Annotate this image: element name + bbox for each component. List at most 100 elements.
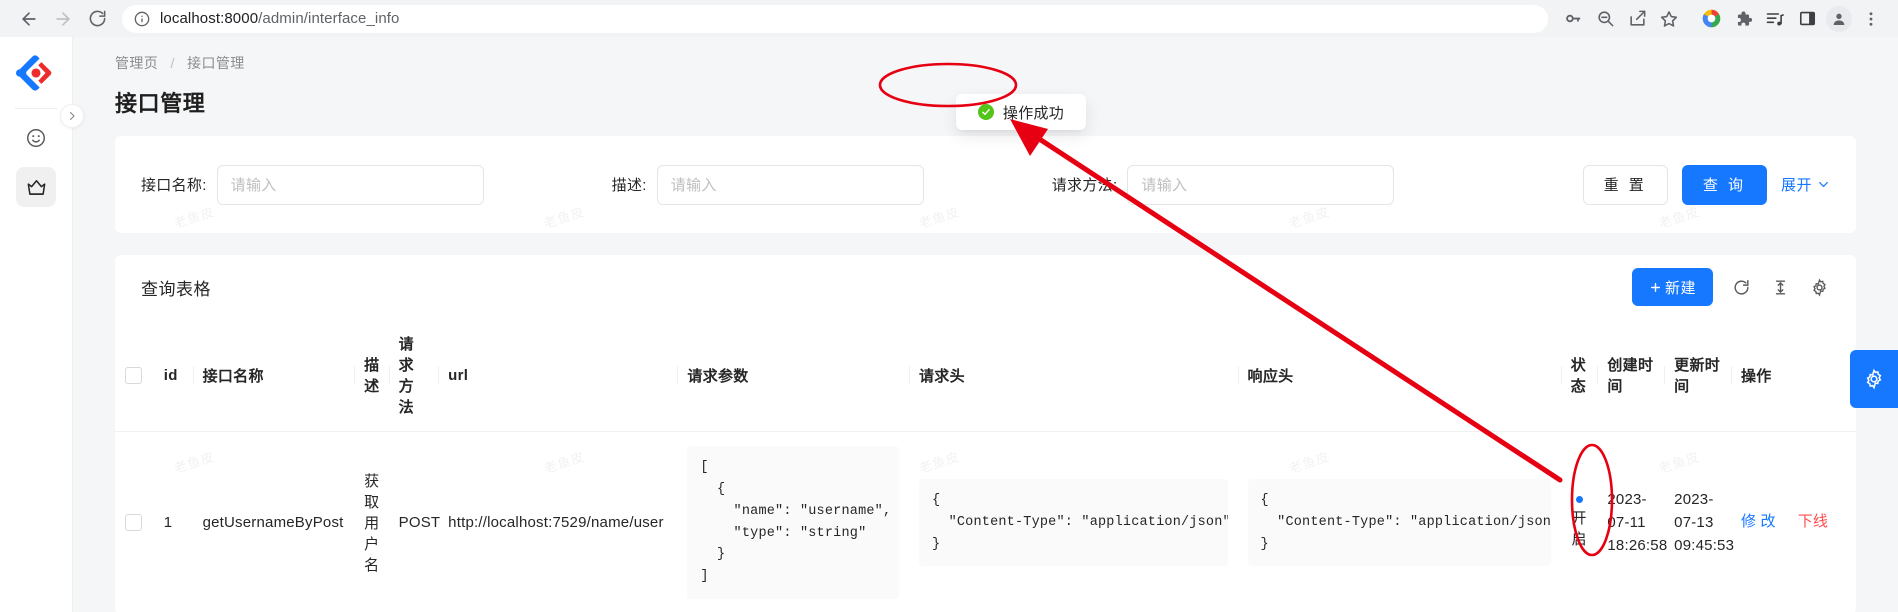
cell-method: POST: [388, 431, 440, 612]
request-header-json: { "Content-Type": "application/json" }: [918, 478, 1228, 567]
col-response-header: 响应头: [1237, 319, 1561, 432]
sidebar-item-crown[interactable]: [16, 167, 56, 207]
extensions-puzzle-icon[interactable]: [1728, 4, 1758, 34]
gear-icon[interactable]: [1808, 276, 1830, 298]
reload-button[interactable]: [80, 2, 114, 36]
select-all-checkbox[interactable]: [125, 366, 142, 384]
success-check-icon: [977, 104, 994, 120]
profile-avatar-icon[interactable]: [1824, 4, 1854, 34]
status-label: 开 启: [1571, 510, 1587, 549]
cell-url: http://localhost:7529/name/user: [438, 431, 678, 612]
gear-icon: [1866, 368, 1882, 390]
back-button[interactable]: [12, 2, 46, 36]
filter-input-description[interactable]: 请输入: [656, 164, 924, 205]
cell-id: 1: [153, 431, 193, 612]
col-actions: 操作: [1730, 319, 1856, 432]
select-all-cell: [115, 319, 154, 432]
new-button[interactable]: 新建: [1631, 268, 1713, 306]
sidebar-divider: [15, 108, 57, 109]
col-create-time: 创建时 间: [1597, 319, 1665, 432]
col-id: id: [153, 319, 193, 432]
filter-actions: 重 置 查 询 展开: [1582, 164, 1830, 205]
breadcrumb-item-current[interactable]: 接口管理: [187, 55, 245, 71]
cell-response-header: { "Content-Type": "application/json" }: [1237, 431, 1561, 612]
breadcrumb-separator: /: [170, 55, 175, 71]
expand-label: 展开: [1780, 177, 1812, 194]
site-info-icon[interactable]: [134, 11, 150, 27]
zoom-out-icon[interactable]: [1590, 4, 1620, 34]
col-description: 描 述: [354, 319, 389, 432]
filter-input-method[interactable]: 请输入: [1127, 164, 1395, 205]
cell-actions: 修 改 下线: [1730, 431, 1856, 612]
app-logo[interactable]: [14, 51, 58, 95]
cell-update-time: 2023-07-13 09:45:53: [1664, 431, 1734, 612]
filter-field-description: 描述: 请输入: [611, 164, 924, 205]
column-height-icon[interactable]: [1769, 276, 1791, 298]
cell-create-time: 2023-07-11 18:26:58: [1597, 431, 1667, 612]
chevron-down-icon: [1819, 182, 1828, 187]
side-panel-icon[interactable]: [1792, 4, 1822, 34]
bookmark-star-icon[interactable]: [1654, 4, 1684, 34]
table-body: 1 getUsernameByPost 获 取 用 户 名 POST http:…: [115, 431, 1856, 612]
address-bar[interactable]: localhost:8000/admin/interface_info: [122, 4, 1548, 33]
request-params-json: [ { "name": "username", "type": "string"…: [687, 446, 899, 600]
filter-field-method: 请求方法: 请输入: [1051, 164, 1395, 205]
cell-request-params: [ { "name": "username", "type": "string"…: [677, 431, 909, 612]
table-toolbar: 查询表格 新建: [115, 255, 1856, 319]
reading-list-icon[interactable]: [1760, 4, 1790, 34]
status-dot-icon: [1575, 496, 1583, 504]
main-content: 管理页 / 接口管理 接口管理 接口名称: 请输入 描述: 请输入 请求方法: …: [73, 37, 1898, 612]
interface-table: id 接口名称 描 述 请求 方法 url 请求参数 请求头 响应头 状 态 创…: [115, 319, 1856, 612]
float-settings-button[interactable]: [1850, 350, 1898, 408]
col-status: 状 态: [1560, 319, 1598, 432]
app-shell: 管理页 / 接口管理 接口管理 接口名称: 请输入 描述: 请输入 请求方法: …: [0, 37, 1898, 612]
cell-name: getUsernameByPost: [192, 431, 355, 612]
chrome-menu-icon[interactable]: [1856, 4, 1886, 34]
col-url: url: [438, 319, 678, 432]
table-header: id 接口名称 描 述 请求 方法 url 请求参数 请求头 响应头 状 态 创…: [115, 319, 1856, 432]
refresh-icon[interactable]: [1730, 276, 1752, 298]
table-header-row: id 接口名称 描 述 请求 方法 url 请求参数 请求头 响应头 状 态 创…: [115, 319, 1856, 432]
query-button[interactable]: 查 询: [1681, 164, 1767, 205]
filter-card: 接口名称: 请输入 描述: 请输入 请求方法: 请输入 重 置 查 询 展开: [115, 136, 1856, 233]
col-name: 接口名称: [192, 319, 355, 432]
sidebar-item-smiley[interactable]: [16, 118, 56, 158]
filter-label-method: 请求方法:: [1051, 177, 1118, 194]
response-header-json: { "Content-Type": "application/json" }: [1247, 478, 1551, 567]
plus-icon: [1650, 282, 1660, 292]
password-key-icon[interactable]: [1558, 4, 1588, 34]
cell-request-header: { "Content-Type": "application/json" }: [908, 431, 1238, 612]
breadcrumb-item-root[interactable]: 管理页: [115, 55, 158, 71]
success-toast: 操作成功: [956, 94, 1086, 130]
filter-label-name: 接口名称:: [141, 177, 207, 194]
table-tool-buttons: 新建: [1631, 268, 1830, 306]
table-title: 查询表格: [141, 279, 211, 299]
filter-input-name[interactable]: 请输入: [216, 164, 484, 205]
edit-action[interactable]: 修 改: [1741, 511, 1776, 534]
table-card: 查询表格 新建 id 接口名称 描 述 请求 方法 url 请求参数 请求头 响…: [115, 255, 1856, 612]
left-sidebar: [0, 37, 84, 612]
google-colorful-icon[interactable]: [1696, 4, 1726, 34]
forward-button[interactable]: [46, 2, 80, 36]
cell-status: 开 启: [1560, 431, 1598, 612]
col-method: 请求 方法: [388, 319, 439, 432]
row-select-cell: [115, 431, 154, 612]
col-request-header: 请求头: [908, 319, 1238, 432]
breadcrumb: 管理页 / 接口管理: [115, 53, 1898, 73]
new-button-label: 新建: [1664, 279, 1696, 297]
col-request-params: 请求参数: [677, 319, 909, 432]
share-icon[interactable]: [1622, 4, 1652, 34]
col-update-time: 更新时 间: [1664, 319, 1731, 432]
row-checkbox[interactable]: [125, 514, 142, 532]
toast-message: 操作成功: [1002, 104, 1065, 122]
url-path: /admin/interface_info: [258, 10, 400, 27]
expand-toggle[interactable]: 展开: [1781, 174, 1830, 195]
table-row[interactable]: 1 getUsernameByPost 获 取 用 户 名 POST http:…: [115, 431, 1856, 612]
offline-action[interactable]: 下线: [1798, 511, 1828, 534]
browser-action-icons: [1558, 4, 1886, 34]
reset-button[interactable]: 重 置: [1582, 164, 1668, 205]
filter-label-description: 描述:: [611, 177, 647, 194]
filter-field-name: 接口名称: 请输入: [141, 164, 484, 205]
avatar: [1826, 5, 1852, 32]
url-host: localhost:8000: [160, 10, 259, 27]
